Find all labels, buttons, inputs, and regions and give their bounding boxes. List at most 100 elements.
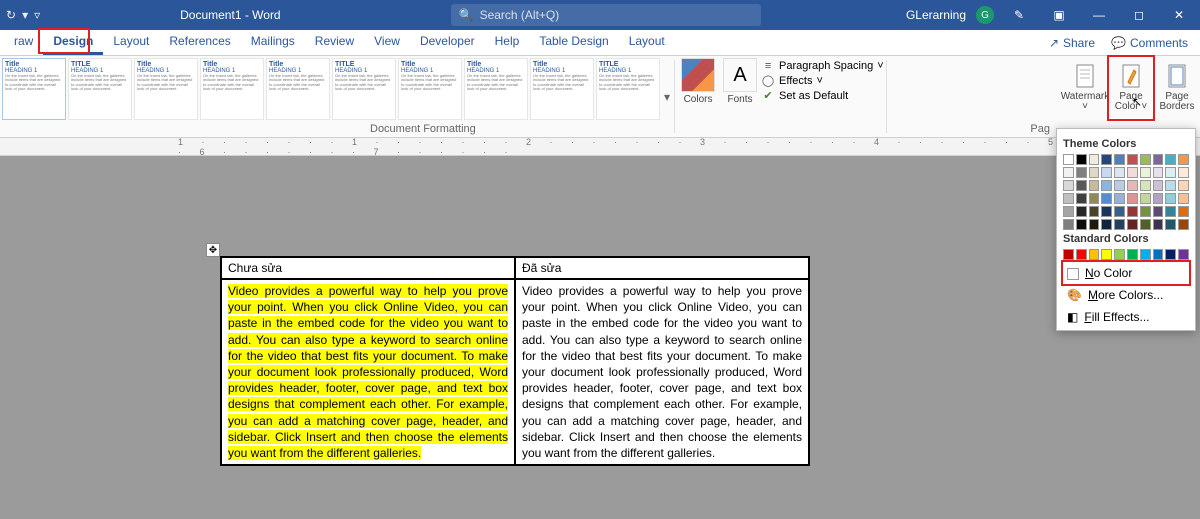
- table-header-cell[interactable]: Chưa sửa: [221, 257, 515, 279]
- tab-help[interactable]: Help: [485, 30, 530, 55]
- color-swatch[interactable]: [1140, 167, 1151, 178]
- qat-overflow-icon[interactable]: ▿: [34, 8, 40, 22]
- no-color-item[interactable]: No Color: [1063, 262, 1189, 284]
- color-swatch[interactable]: [1178, 193, 1189, 204]
- style-card[interactable]: TitleHEADING 1On the Insert tab, the gal…: [398, 58, 462, 120]
- color-swatch[interactable]: [1114, 219, 1125, 230]
- color-swatch[interactable]: [1076, 167, 1087, 178]
- style-card[interactable]: TitleHEADING 1On the Insert tab, the gal…: [2, 58, 66, 120]
- color-swatch[interactable]: [1101, 180, 1112, 191]
- tab-developer[interactable]: Developer: [410, 30, 485, 55]
- style-card[interactable]: TitleHEADING 1On the Insert tab, the gal…: [266, 58, 330, 120]
- color-swatch[interactable]: [1127, 154, 1138, 165]
- color-swatch[interactable]: [1101, 206, 1112, 217]
- color-swatch[interactable]: [1063, 206, 1074, 217]
- style-card[interactable]: TitleHEADING 1On the Insert tab, the gal…: [464, 58, 528, 120]
- gallery-more-icon[interactable]: ▾: [662, 90, 672, 104]
- color-swatch[interactable]: [1153, 180, 1164, 191]
- color-swatch[interactable]: [1101, 219, 1112, 230]
- color-swatch[interactable]: [1165, 167, 1176, 178]
- color-swatch[interactable]: [1101, 167, 1112, 178]
- color-swatch[interactable]: [1089, 154, 1100, 165]
- color-swatch[interactable]: [1127, 167, 1138, 178]
- color-swatch[interactable]: [1114, 249, 1125, 260]
- color-swatch[interactable]: [1089, 206, 1100, 217]
- style-gallery[interactable]: TitleHEADING 1On the Insert tab, the gal…: [0, 56, 662, 137]
- document-table[interactable]: Chưa sửa Đã sửa Video provides a powerfu…: [220, 256, 810, 466]
- watermark-button[interactable]: Watermark˅: [1062, 56, 1108, 120]
- tab-layout[interactable]: Layout: [619, 30, 675, 55]
- fill-effects-item[interactable]: ◧Fill Effects...: [1063, 306, 1189, 328]
- color-swatch[interactable]: [1127, 219, 1138, 230]
- style-card[interactable]: TitleHEADING 1On the Insert tab, the gal…: [530, 58, 594, 120]
- tab-table-design[interactable]: Table Design: [529, 30, 618, 55]
- document-area[interactable]: ✥ Chưa sửa Đã sửa Video provides a power…: [0, 156, 1200, 519]
- table-move-handle[interactable]: ✥: [206, 243, 220, 257]
- color-swatch[interactable]: [1114, 154, 1125, 165]
- color-swatch[interactable]: [1140, 193, 1151, 204]
- page-borders-button[interactable]: Page Borders: [1154, 56, 1200, 120]
- table-cell-right[interactable]: Video provides a powerful way to help yo…: [515, 279, 809, 465]
- color-swatch[interactable]: [1178, 219, 1189, 230]
- color-swatch[interactable]: [1165, 193, 1176, 204]
- color-swatch[interactable]: [1076, 219, 1087, 230]
- color-swatch[interactable]: [1101, 154, 1112, 165]
- color-swatch[interactable]: [1178, 249, 1189, 260]
- tab-review[interactable]: Review: [305, 30, 364, 55]
- tab-mailings[interactable]: Mailings: [241, 30, 305, 55]
- color-swatch[interactable]: [1140, 206, 1151, 217]
- color-swatch[interactable]: [1089, 180, 1100, 191]
- color-swatch[interactable]: [1089, 167, 1100, 178]
- table-cell-left[interactable]: Video provides a powerful way to help yo…: [221, 279, 515, 465]
- search-box[interactable]: 🔍: [451, 4, 761, 26]
- color-swatch[interactable]: [1114, 206, 1125, 217]
- more-colors-item[interactable]: 🎨More Colors...: [1063, 284, 1189, 306]
- color-swatch[interactable]: [1153, 219, 1164, 230]
- style-card[interactable]: TITLEHEADING 1On the Insert tab, the gal…: [596, 58, 660, 120]
- effects-button[interactable]: ◯Effects ˅: [761, 74, 884, 87]
- comments-button[interactable]: 💬Comments: [1103, 32, 1196, 54]
- set-default-button[interactable]: ✔Set as Default: [761, 89, 884, 102]
- search-input[interactable]: [480, 8, 753, 22]
- color-swatch[interactable]: [1101, 249, 1112, 260]
- color-swatch[interactable]: [1101, 193, 1112, 204]
- page-color-button[interactable]: Page Color ˅ ↖: [1108, 56, 1154, 120]
- color-swatch[interactable]: [1089, 193, 1100, 204]
- color-swatch[interactable]: [1127, 180, 1138, 191]
- color-swatch[interactable]: [1063, 219, 1074, 230]
- color-swatch[interactable]: [1076, 154, 1087, 165]
- color-swatch[interactable]: [1178, 154, 1189, 165]
- color-swatch[interactable]: [1089, 249, 1100, 260]
- ribbon-display-icon[interactable]: ▣: [1044, 8, 1074, 22]
- color-swatch[interactable]: [1153, 167, 1164, 178]
- window-close[interactable]: ✕: [1164, 8, 1194, 22]
- style-card[interactable]: TitleHEADING 1On the Insert tab, the gal…: [200, 58, 264, 120]
- style-card[interactable]: TitleHEADING 1On the Insert tab, the gal…: [134, 58, 198, 120]
- color-swatch[interactable]: [1140, 249, 1151, 260]
- color-swatch[interactable]: [1153, 249, 1164, 260]
- color-swatch[interactable]: [1127, 249, 1138, 260]
- color-swatch[interactable]: [1076, 193, 1087, 204]
- tab-raw[interactable]: raw: [4, 30, 43, 55]
- color-swatch[interactable]: [1178, 180, 1189, 191]
- color-swatch[interactable]: [1063, 249, 1074, 260]
- color-swatch[interactable]: [1114, 167, 1125, 178]
- color-swatch[interactable]: [1165, 206, 1176, 217]
- pen-icon[interactable]: ✎: [1004, 8, 1034, 22]
- fonts-button[interactable]: A Fonts: [719, 56, 761, 137]
- color-swatch[interactable]: [1165, 154, 1176, 165]
- color-swatch[interactable]: [1114, 193, 1125, 204]
- tab-layout[interactable]: Layout: [103, 30, 159, 55]
- color-swatch[interactable]: [1063, 180, 1074, 191]
- color-swatch[interactable]: [1127, 206, 1138, 217]
- color-swatch[interactable]: [1165, 219, 1176, 230]
- color-swatch[interactable]: [1165, 249, 1176, 260]
- color-swatch[interactable]: [1178, 167, 1189, 178]
- color-swatch[interactable]: [1153, 193, 1164, 204]
- color-swatch[interactable]: [1140, 219, 1151, 230]
- paragraph-spacing-button[interactable]: ≡Paragraph Spacing ˅: [761, 60, 884, 72]
- color-swatch[interactable]: [1063, 193, 1074, 204]
- color-swatch[interactable]: [1076, 206, 1087, 217]
- tab-references[interactable]: References: [159, 30, 240, 55]
- color-swatch[interactable]: [1063, 154, 1074, 165]
